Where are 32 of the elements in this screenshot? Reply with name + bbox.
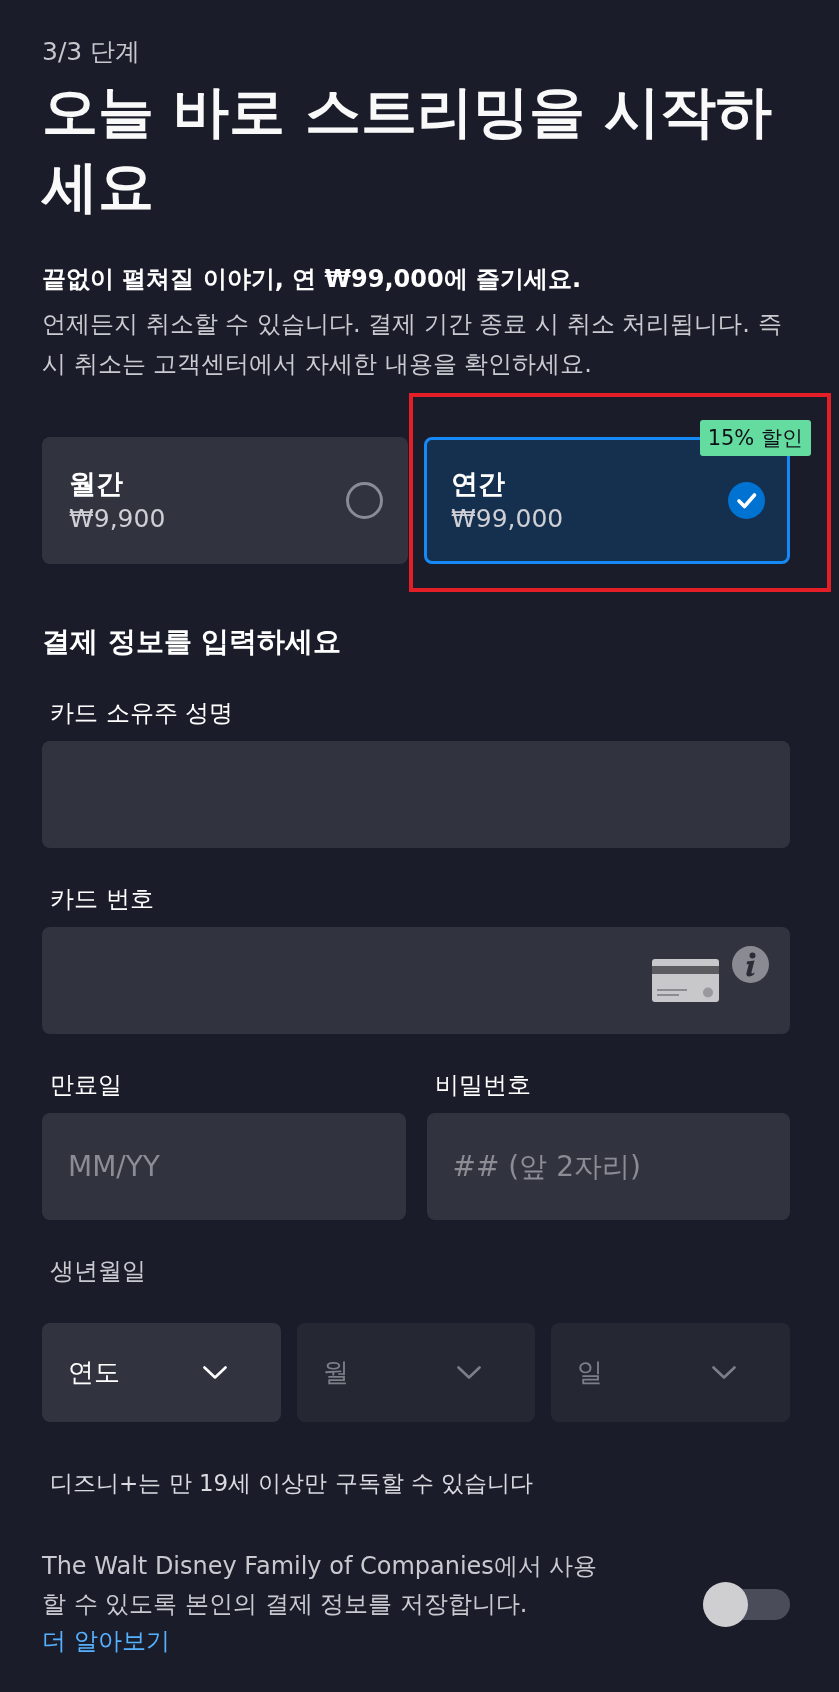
age-notice-text: 디즈니+는 만 19세 이상만 구독할 수 있습니다 xyxy=(49,1469,535,1498)
field-label: 생년월일 xyxy=(49,1256,147,1287)
chevron-down-icon xyxy=(712,1366,736,1379)
year-select[interactable]: 연도 xyxy=(42,1323,281,1422)
step-indicator: 3/3 단계 xyxy=(42,36,142,68)
description-text: 언제든지 취소할 수 있습니다. 결제 기간 종료 시 취소 처리됩니다. 즉시 취소는 고객센터에서 자세한 내용을 확인하세요. xyxy=(42,309,783,380)
tagline-text: 끝없이 펼쳐질 이야기, 연 ₩99,000에 즐기세요. xyxy=(42,264,583,295)
section-heading: 결제 정보를 입력하세요 xyxy=(42,624,343,660)
field-label: 카드 번호 xyxy=(49,884,155,915)
chevron-down-icon xyxy=(202,1366,227,1379)
plan-price: ₩9,900 xyxy=(69,502,166,535)
plan-name: 연간 xyxy=(451,466,506,501)
check-circle-icon xyxy=(728,482,765,519)
card-number-field[interactable] xyxy=(42,927,790,1034)
security-code-field[interactable]: ## (앞 2자리) xyxy=(426,1113,790,1220)
cardholder-name-field[interactable] xyxy=(42,741,790,848)
field-label: 만료일 xyxy=(49,1070,123,1101)
credit-card-icon xyxy=(652,959,719,1002)
expiry-date-field[interactable]: MM/YY xyxy=(42,1113,406,1220)
learn-more-link[interactable]: 더 알아보기 xyxy=(42,1627,170,1655)
page-title: 오늘 바로 스트리밍을 시작하세요 xyxy=(42,78,774,221)
radio-circle-icon xyxy=(346,482,383,519)
toggle-switch[interactable] xyxy=(703,1581,790,1627)
discount-badge: 15% 할인 xyxy=(699,420,811,456)
plan-option-card[interactable]: 월간 ₩9,900 xyxy=(42,437,408,564)
plan-name: 월간 xyxy=(69,466,124,501)
field-label: 비밀번호 xyxy=(433,1070,532,1101)
consent-text: The Walt Disney Family of Companies에서 사용할 수 있도록 본인의 결제 정보를 저장합니다. 더 알아보기 xyxy=(42,1551,599,1657)
chevron-down-icon xyxy=(457,1366,482,1379)
field-label: 카드 소유주 성명 xyxy=(49,698,235,729)
plan-price: ₩99,000 xyxy=(451,502,564,535)
info-icon xyxy=(732,946,769,983)
